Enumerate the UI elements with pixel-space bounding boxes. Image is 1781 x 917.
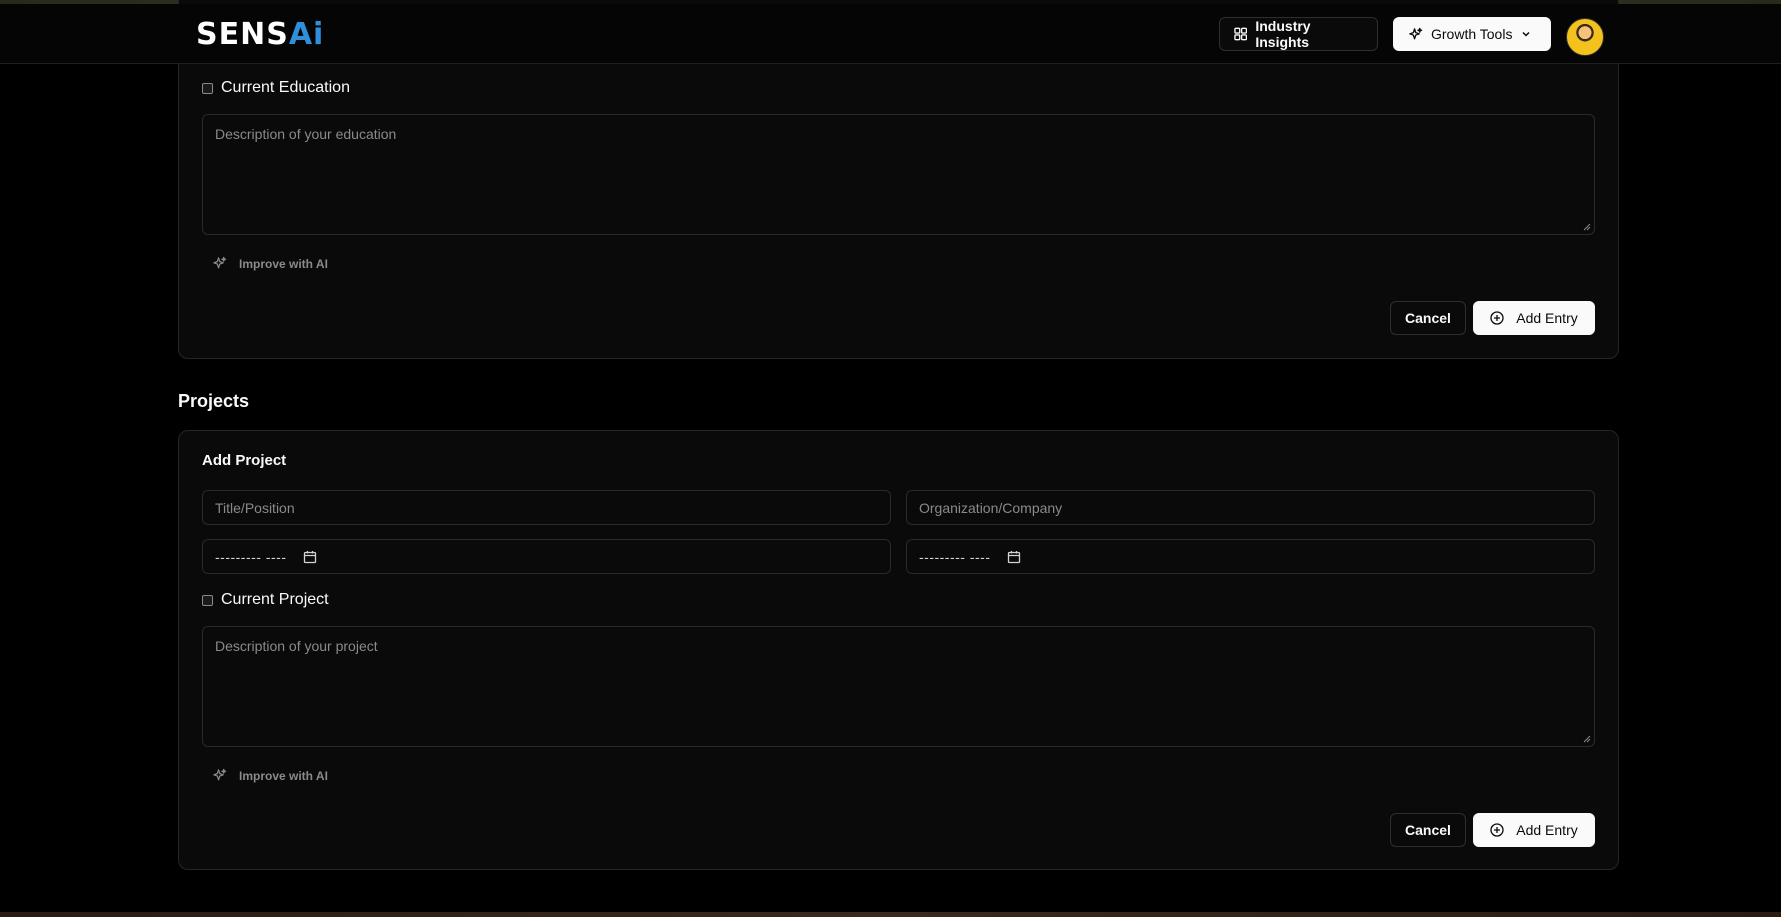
education-description-placeholder: Description of your education xyxy=(215,126,397,142)
current-education-label: Current Education xyxy=(221,79,350,96)
plus-circle-icon xyxy=(1490,823,1504,837)
window-bottom-strip xyxy=(0,912,1781,917)
current-education-checkbox[interactable] xyxy=(202,82,213,94)
start-date-mask: --------- ---- xyxy=(215,548,287,565)
education-cancel-label: Cancel xyxy=(1405,310,1451,326)
education-add-entry-label: Add Entry xyxy=(1516,310,1578,326)
resize-grip-icon[interactable] xyxy=(1583,735,1591,743)
current-project-row: Current Project xyxy=(202,591,329,609)
project-end-date-input[interactable]: --------- ---- xyxy=(906,539,1595,574)
project-improve-ai-label: Improve with AI xyxy=(239,768,328,783)
industry-insights-label: Industry Insights xyxy=(1255,18,1311,50)
projects-section-title: Projects xyxy=(178,391,250,411)
growth-tools-label: Growth Tools xyxy=(1431,26,1513,42)
education-description-textarea[interactable]: Description of your education xyxy=(202,114,1595,235)
chevron-down-icon xyxy=(1522,31,1530,37)
education-improve-ai-label: Improve with AI xyxy=(239,256,328,271)
sparkles-icon xyxy=(213,768,227,781)
project-title-input[interactable]: Title/Position xyxy=(202,490,891,525)
education-cancel-button[interactable]: Cancel xyxy=(1390,301,1466,335)
user-avatar[interactable] xyxy=(1566,18,1604,56)
growth-tools-dropdown[interactable]: Growth Tools xyxy=(1393,17,1551,51)
current-project-label: Current Project xyxy=(221,591,329,608)
current-project-checkbox[interactable] xyxy=(202,594,213,606)
layout-grid-icon xyxy=(1234,27,1248,41)
education-add-entry-button[interactable]: Add Entry xyxy=(1473,301,1595,335)
sensai-logo[interactable]: SENS Ai xyxy=(196,14,324,54)
sparkles-icon xyxy=(1409,27,1423,39)
project-add-entry-button[interactable]: Add Entry xyxy=(1473,813,1595,847)
current-education-row: Current Education xyxy=(202,79,350,97)
industry-insights-button[interactable]: Industry Insights xyxy=(1219,17,1378,51)
project-cancel-button[interactable]: Cancel xyxy=(1390,813,1466,847)
top-navbar: SENS Ai Industry Insights Growth Tools xyxy=(0,4,1781,64)
calendar-icon[interactable] xyxy=(303,550,317,564)
project-improve-ai-button[interactable]: Improve with AI xyxy=(212,768,328,783)
project-add-entry-label: Add Entry xyxy=(1516,822,1578,838)
project-start-date-input[interactable]: --------- ---- xyxy=(202,539,891,574)
calendar-icon[interactable] xyxy=(1007,550,1021,564)
end-date-mask: --------- ---- xyxy=(919,548,991,565)
project-description-placeholder: Description of your project xyxy=(215,638,378,654)
resize-grip-icon[interactable] xyxy=(1583,223,1591,231)
add-project-title: Add Project xyxy=(202,452,287,469)
plus-circle-icon xyxy=(1490,311,1504,325)
project-description-textarea[interactable]: Description of your project xyxy=(202,626,1595,747)
project-cancel-label: Cancel xyxy=(1405,822,1451,838)
project-organization-input[interactable]: Organization/Company xyxy=(906,490,1595,525)
project-title-placeholder: Title/Position xyxy=(215,499,295,516)
sparkles-icon xyxy=(213,256,227,269)
project-organization-placeholder: Organization/Company xyxy=(919,499,1063,516)
education-improve-ai-button[interactable]: Improve with AI xyxy=(212,256,328,271)
